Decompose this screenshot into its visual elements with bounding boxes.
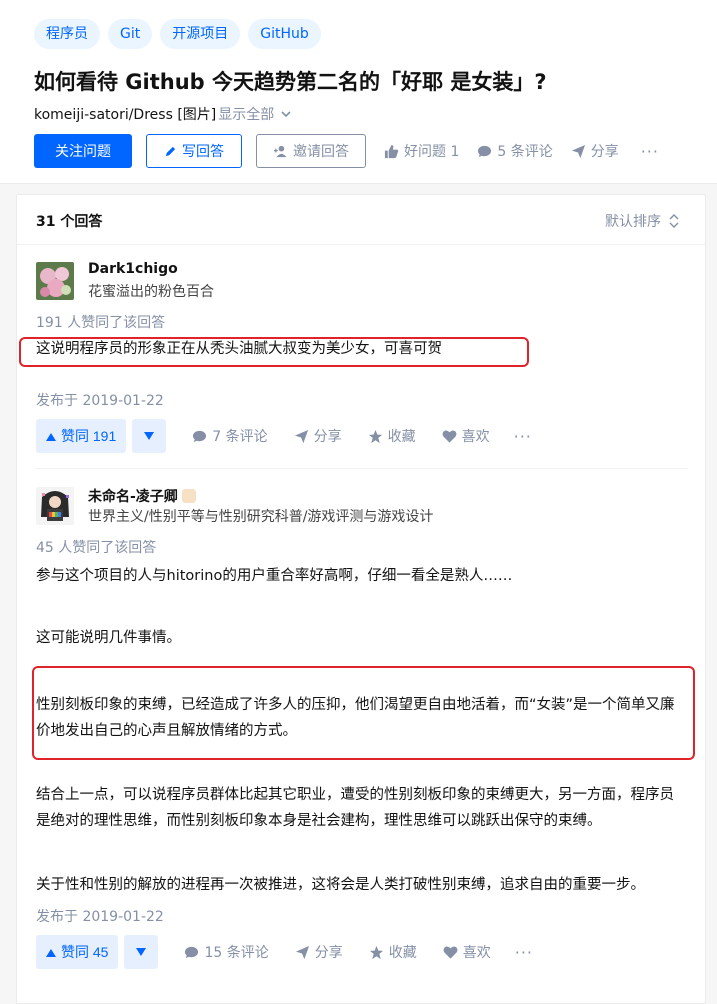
- comments-label: 15 条评论: [204, 945, 269, 961]
- question-detail-text: komeiji-satori/Dress [图片]: [34, 107, 217, 123]
- comment-icon: [185, 946, 199, 958]
- comment-icon: [193, 430, 207, 442]
- topic-tag[interactable]: 程序员: [34, 19, 100, 49]
- invite-answer-label: 邀请回答: [293, 143, 349, 159]
- like-label: 喜欢: [461, 429, 490, 445]
- upvote-label: 赞同 45: [61, 944, 109, 960]
- upvote-button[interactable]: 赞同 45: [36, 935, 119, 969]
- question-comments-button[interactable]: 5 条评论: [477, 141, 553, 161]
- comments-button[interactable]: 15 条评论: [184, 942, 269, 962]
- question-share-label: 分享: [590, 144, 619, 160]
- author-bio: 世界主义/性别平等与性别研究科普/游戏评测与游戏设计: [88, 509, 434, 525]
- good-question-label: 好问题 1: [404, 144, 460, 160]
- answer-more-button[interactable]: ···: [515, 943, 533, 962]
- question-header: 程序员 Git 开源项目 GitHub 如何看待 Github 今天趋势第二名的…: [0, 0, 717, 184]
- voters-count[interactable]: 191 人赞同了该回答: [36, 312, 165, 332]
- author-bio: 花蜜溢出的粉色百合: [88, 284, 214, 300]
- topic-tag[interactable]: Git: [108, 19, 153, 49]
- publish-date[interactable]: 发布于 2019-01-22: [36, 906, 164, 926]
- answer-more-button[interactable]: ···: [514, 427, 532, 446]
- collect-label: 收藏: [387, 429, 416, 445]
- chevron-down-icon[interactable]: [280, 108, 292, 120]
- write-answer-button[interactable]: 写回答: [146, 134, 242, 168]
- collect-label: 收藏: [388, 945, 417, 961]
- more-options-button[interactable]: ···: [641, 142, 659, 161]
- share-icon: [571, 144, 585, 158]
- sort-arrows-icon: [669, 214, 679, 228]
- answer-paragraph: 参与这个项目的人与hitorino的用户重合率好高啊，仔细一看全是熟人……: [36, 568, 513, 584]
- like-button[interactable]: 喜欢: [443, 942, 491, 962]
- collect-button[interactable]: 收藏: [368, 426, 416, 446]
- downvote-button[interactable]: [124, 935, 159, 969]
- write-answer-label: 写回答: [182, 143, 224, 159]
- avatar[interactable]: [36, 262, 74, 300]
- share-icon: [295, 945, 309, 959]
- comment-icon: [478, 145, 492, 157]
- thumbs-up-icon: [384, 144, 399, 158]
- question-detail: komeiji-satori/Dress [图片] 显示全部: [34, 104, 292, 124]
- avatar-flower-image: [36, 262, 74, 300]
- topic-tags: 程序员 Git 开源项目 GitHub: [34, 19, 321, 49]
- topic-tag[interactable]: GitHub: [248, 19, 321, 49]
- good-question-button[interactable]: 好问题 1: [384, 141, 459, 161]
- share-label: 分享: [314, 945, 343, 961]
- share-button[interactable]: 分享: [295, 942, 343, 962]
- topic-tag[interactable]: 开源项目: [160, 19, 241, 49]
- answer-paragraph: 性别刻板印象的束缚，已经造成了许多人的压抑，他们渴望更自由地活着，而“女装”是一…: [36, 697, 675, 739]
- publish-date[interactable]: 发布于 2019-01-22: [36, 390, 164, 410]
- triangle-down-icon: [136, 947, 147, 956]
- follow-question-button[interactable]: 关注问题: [34, 134, 132, 168]
- add-person-icon: [274, 145, 287, 157]
- author-name[interactable]: Dark1chigo: [88, 261, 178, 277]
- star-icon: [368, 429, 382, 443]
- share-button[interactable]: 分享: [294, 426, 342, 446]
- pencil-icon: [165, 146, 176, 156]
- show-all-button[interactable]: 显示全部: [218, 104, 274, 124]
- question-title: 如何看待 Github 今天趋势第二名的「好耶 是女装」?: [34, 70, 547, 94]
- question-actions: 关注问题 写回答 邀请回答 好问题 1 5 条评论 分享 ···: [34, 134, 659, 168]
- avatar[interactable]: [36, 487, 74, 525]
- comments-button[interactable]: 7 条评论: [192, 426, 268, 446]
- sort-label: 默认排序: [605, 214, 661, 230]
- like-button[interactable]: 喜欢: [442, 426, 490, 446]
- author-name[interactable]: 未命名-凌子卿: [88, 486, 196, 506]
- like-label: 喜欢: [462, 945, 491, 961]
- collect-button[interactable]: 收藏: [369, 942, 417, 962]
- answers-list: 31 个回答 默认排序 Dark1chigo 花蜜溢出的粉色百合 191 人赞同…: [16, 194, 706, 1004]
- achievement-badge-icon: [181, 489, 196, 503]
- triangle-up-icon: [46, 948, 56, 957]
- answer-paragraph: 这可能说明几件事情。: [36, 630, 181, 646]
- answer-divider: [36, 468, 688, 469]
- answer-paragraph: 结合上一点，可以说程序员群体比起其它职业，遭受的性别刻板印象的束缚更大，另一方面…: [36, 787, 674, 829]
- upvote-label: 赞同 191: [61, 428, 117, 444]
- heart-icon: [443, 946, 458, 959]
- avatar-character-image: [36, 487, 74, 525]
- triangle-down-icon: [144, 431, 155, 440]
- downvote-button[interactable]: [132, 419, 167, 453]
- question-comments-label: 5 条评论: [497, 144, 553, 160]
- share-icon: [294, 429, 308, 443]
- answer-content: 这说明程序员的形象正在从秃头油腻大叔变为美少女，可喜可贺: [36, 341, 442, 357]
- answers-header: 31 个回答 默认排序: [17, 195, 705, 245]
- sort-button[interactable]: 默认排序: [605, 211, 679, 231]
- upvote-button[interactable]: 赞同 191: [36, 419, 127, 453]
- answer-paragraph: 关于性和性别的解放的进程再一次被推进，这将会是人类打破性别束缚，追求自由的重要一…: [36, 877, 645, 893]
- star-icon: [369, 945, 383, 959]
- heart-icon: [442, 430, 457, 443]
- author-name-text: 未命名-凌子卿: [88, 489, 178, 505]
- triangle-up-icon: [46, 432, 56, 441]
- comments-label: 7 条评论: [212, 429, 268, 445]
- voters-count[interactable]: 45 人赞同了该回答: [36, 537, 156, 557]
- invite-answer-button[interactable]: 邀请回答: [256, 134, 366, 168]
- question-share-button[interactable]: 分享: [571, 141, 619, 161]
- answer-actions: 赞同 45 15 条评论 分享 收藏 喜欢 ···: [36, 935, 533, 969]
- share-label: 分享: [313, 429, 342, 445]
- answers-count: 31 个回答: [36, 214, 103, 230]
- answer-actions: 赞同 191 7 条评论 分享 收藏 喜欢 ···: [36, 419, 532, 453]
